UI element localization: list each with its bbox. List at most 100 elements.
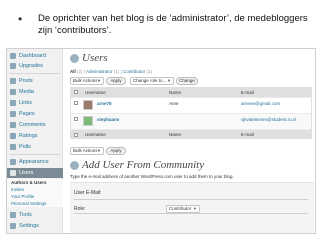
sidebar-item-appearance[interactable]: Appearance — [7, 157, 63, 167]
bulk-actions-label: Bulk Actions — [73, 148, 98, 153]
page-title: Users — [82, 52, 108, 64]
column-header-username[interactable]: Username — [85, 88, 106, 97]
change-role-label: Change role to... — [133, 78, 167, 83]
sidebar-item-pages[interactable]: Pages — [7, 109, 63, 119]
sidebar-item-label: Upgrades — [19, 63, 43, 69]
column-footer-name[interactable]: Name — [169, 130, 181, 139]
filter-all[interactable]: All — [70, 69, 76, 74]
sidebar-item-label: Links — [19, 100, 32, 106]
wordpress-admin-screenshot: Dashboard Upgrades Posts Media Links Pag… — [6, 48, 316, 234]
bullet-icon: • — [18, 12, 23, 26]
submenu-your-profile[interactable]: Your Profile — [11, 194, 61, 200]
sidebar-item-tools[interactable]: Tools — [7, 210, 63, 220]
change-button[interactable]: Change — [176, 77, 198, 85]
chevron-down-icon: ▼ — [167, 78, 171, 83]
table-header: Username Name E-mail — [71, 88, 311, 97]
role-select[interactable]: Contributor ▼ — [166, 205, 200, 213]
user-email-label: User E-Mail: — [74, 190, 102, 196]
filter-contributor[interactable]: Contributor — [123, 69, 145, 74]
polls-icon — [10, 144, 16, 150]
chevron-down-icon: ▼ — [193, 206, 197, 211]
sidebar-item-label: Media — [19, 89, 34, 95]
comments-icon — [10, 122, 16, 128]
add-user-title: Add User From Community — [82, 159, 205, 171]
filter-administrator[interactable]: Administrator — [86, 69, 113, 74]
apply-button-bottom[interactable]: Apply — [106, 147, 126, 155]
column-header-email[interactable]: E-mail — [241, 88, 254, 97]
bulk-actions-label: Bulk Actions — [73, 78, 98, 83]
bulk-actions-select-bottom[interactable]: Bulk Actions ▼ — [70, 147, 104, 155]
sidebar-item-dashboard[interactable]: Dashboard — [7, 51, 63, 61]
posts-icon — [10, 78, 16, 84]
role-label: Role: — [74, 206, 86, 212]
dashboard-icon — [10, 53, 16, 59]
sidebar-item-label: Ratings — [19, 133, 38, 139]
bulk-actions-select[interactable]: Bulk Actions ▼ — [70, 77, 104, 85]
submenu-invites[interactable]: Invites — [11, 187, 61, 193]
role-select-value: Contributor — [169, 206, 192, 211]
user-email[interactable]: arneee@gmail.com — [241, 101, 280, 106]
sidebar-item-label: Pages — [19, 111, 35, 117]
users-page-icon — [70, 54, 79, 63]
table-footer: Username Name E-mail — [71, 129, 311, 138]
users-table: Username Name E-mail arne78 Arne arneee@… — [70, 87, 312, 139]
users-icon — [10, 170, 16, 176]
filter-separator: | — [120, 69, 122, 74]
user-name: Arne — [169, 101, 179, 106]
main-content: Users All (2) | Administrator (1) | Cont… — [64, 49, 315, 233]
pages-icon — [10, 111, 16, 117]
user-username[interactable]: arne78 — [97, 101, 112, 106]
submenu-authors-users[interactable]: Authors & Users — [11, 180, 61, 186]
ratings-icon — [10, 133, 16, 139]
filter-administrator-count: (1) — [113, 69, 120, 74]
upgrades-icon — [10, 63, 16, 69]
sidebar-item-label: Posts — [19, 78, 33, 84]
sidebar-item-label: Tools — [19, 212, 32, 218]
appearance-icon — [10, 159, 16, 165]
table-row: stephaanv sjkvaletteven@student.ru.nl — [71, 113, 311, 129]
column-footer-username[interactable]: Username — [85, 130, 106, 139]
users-submenu: Authors & Users Invites Your Profile Per… — [7, 179, 63, 207]
sidebar-item-label: Users — [19, 170, 34, 176]
add-user-form: User E-Mail: Role: Contributor ▼ — [70, 182, 314, 233]
user-username[interactable]: stephaanv — [97, 117, 119, 122]
chevron-down-icon: ▼ — [97, 78, 101, 83]
admin-sidebar: Dashboard Upgrades Posts Media Links Pag… — [7, 49, 63, 233]
role-filters: All (2) | Administrator (1) | Contributo… — [70, 68, 310, 75]
sidebar-item-links[interactable]: Links — [7, 98, 63, 108]
sidebar-item-upgrades[interactable]: Upgrades — [7, 61, 63, 71]
sidebar-item-label: Comments — [19, 122, 46, 128]
table-row: arne78 Arne arneee@gmail.com — [71, 97, 311, 113]
caption-text: De oprichter van het blog is de ‘adminis… — [38, 13, 308, 36]
sidebar-item-settings[interactable]: Settings — [7, 221, 63, 231]
user-email[interactable]: sjkvaletteven@student.ru.nl — [241, 117, 296, 122]
media-icon — [10, 89, 16, 95]
user-email-field[interactable] — [74, 199, 308, 200]
submenu-personal-settings[interactable]: Personal Settings — [11, 201, 61, 207]
row-checkbox[interactable] — [74, 117, 78, 121]
users-toolbar-top: Bulk Actions ▼ Apply Change role to... ▼… — [70, 77, 312, 85]
sidebar-item-comments[interactable]: Comments — [7, 120, 63, 130]
form-divider — [74, 213, 308, 214]
sidebar-item-polls[interactable]: Polls — [7, 142, 63, 152]
apply-button[interactable]: Apply — [106, 77, 126, 85]
add-user-description: Type the e-mail address of another WordP… — [70, 174, 234, 179]
slide-caption: • De oprichter van het blog is de ‘admin… — [18, 12, 314, 46]
sidebar-item-ratings[interactable]: Ratings — [7, 131, 63, 141]
column-header-name[interactable]: Name — [169, 88, 181, 97]
change-role-select[interactable]: Change role to... ▼ — [130, 77, 174, 85]
sidebar-item-label: Settings — [19, 223, 39, 229]
select-all-checkbox[interactable] — [74, 90, 78, 94]
menu-separator — [10, 73, 60, 74]
row-checkbox[interactable] — [74, 101, 78, 105]
sidebar-item-label: Appearance — [19, 159, 49, 165]
sidebar-item-label: Polls — [19, 144, 31, 150]
select-all-checkbox[interactable] — [74, 133, 78, 137]
sidebar-item-label: Dashboard — [19, 53, 46, 59]
tools-icon — [10, 212, 16, 218]
sidebar-item-media[interactable]: Media — [7, 87, 63, 97]
column-footer-email[interactable]: E-mail — [241, 130, 254, 139]
sidebar-item-posts[interactable]: Posts — [7, 76, 63, 86]
sidebar-item-users[interactable]: Users — [7, 168, 63, 178]
menu-separator — [10, 154, 60, 155]
